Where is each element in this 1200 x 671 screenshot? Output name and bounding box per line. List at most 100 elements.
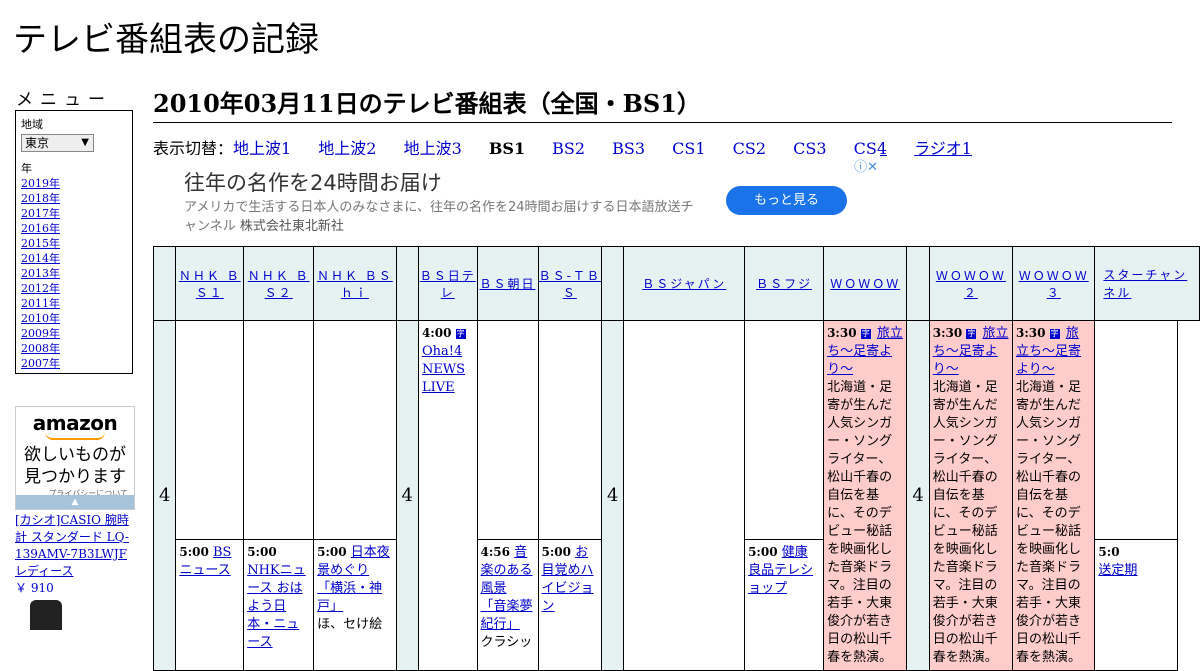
program-title[interactable]: NHKニュース おはよう日本・ニュース [247, 563, 305, 650]
ad-info-close-icon[interactable]: ⓘ✕ [854, 156, 878, 175]
channel-link[interactable]: ＷＯＷＯＷ２ [936, 269, 1006, 300]
product-link[interactable]: [カシオ]CASIO 腕時計 スタンダード LQ-139AMV-7B3LWJF … [15, 513, 129, 578]
new-program-icon: 字 [966, 328, 977, 339]
ad-company: 株式会社東北新社 [239, 219, 344, 234]
program-cell-empty [175, 319, 245, 541]
program-time: 4:00 [421, 326, 452, 340]
program-cell-empty [537, 319, 603, 541]
program-cell: 5:00 健康良品テレショップ [744, 539, 825, 671]
program-cell-empty [313, 319, 397, 541]
program-cell-empty [623, 320, 746, 671]
ad-more-button[interactable]: もっと見る [726, 186, 847, 215]
hour-header [906, 246, 930, 321]
hour-cell: 4 [906, 320, 930, 671]
channel-header: ＷＯＷＯＷ２ [928, 246, 1014, 321]
ad-title[interactable]: 往年の名作を24時間お届け [184, 167, 442, 197]
amazon-product[interactable]: [カシオ]CASIO 腕時計 スタンダード LQ-139AMV-7B3LWJF … [15, 512, 137, 597]
amazon-catch-line2: 見つかります [24, 467, 126, 487]
chevron-down-icon: ▼ [81, 137, 89, 148]
year-link[interactable]: 2017年 [21, 207, 60, 220]
year-link[interactable]: 2011年 [21, 297, 60, 310]
product-image[interactable] [30, 600, 62, 630]
new-program-icon: 字 [455, 328, 466, 339]
channel-link[interactable]: ＢＳフジ [756, 277, 812, 291]
year-label: 年 [21, 162, 32, 175]
hour-cell: 4 [601, 320, 625, 671]
channel-link[interactable]: ＢＳ-ＴＢＳ [539, 269, 601, 300]
year-link[interactable]: 2018年 [21, 192, 60, 205]
channel-header: ＷＯＷＯＷ [823, 246, 908, 321]
program-cell: 4:00 字 Oha!4 NEWS LIVE [417, 320, 478, 671]
channel-link[interactable]: ＢＳ朝日 [480, 277, 536, 291]
program-time: 4:56 [480, 545, 511, 560]
amazon-catch-line1: 欲しいものが [24, 445, 126, 465]
program-description: 北海道・足寄が生んだ人気シンガー・ソングライター、松山千春の自伝を基に、そのデビ… [827, 380, 893, 665]
switch-link-radio1[interactable]: ラジオ1 [914, 139, 972, 158]
program-cell: 5:00 BSニュース [175, 539, 245, 671]
page-title: 2010年03月11日のテレビ番組表（全国・BS1） [153, 84, 1172, 123]
menu-box: 地域 東京 ▼ 年 2019年 2018年 2017年 2016年 2015年 2… [15, 110, 133, 374]
channel-header: ＮＨＫ ＢＳ１ [175, 246, 245, 321]
program-cell-empty [744, 319, 825, 541]
site-title: テレビ番組表の記録 [13, 20, 319, 60]
program-time: 3:30 [932, 326, 963, 340]
program-time: 5:00 [541, 545, 571, 560]
program-cell: 3:30 字 旅立ち～足寄より～ 北海道・足寄が生んだ人気シンガー・ソングライタ… [928, 320, 1014, 671]
program-time: 5:00 [247, 545, 277, 560]
hour-cell: 4 [152, 320, 177, 671]
year-link[interactable]: 2019年 [21, 177, 60, 190]
program-time: 5:00 [179, 545, 209, 560]
year-link[interactable]: 2016年 [21, 222, 60, 235]
year-link[interactable]: 2012年 [21, 282, 60, 295]
new-program-icon: 字 [1049, 328, 1060, 339]
program-cell-empty [243, 319, 315, 541]
program-cell: 3:30 字 旅立ち～足寄より～ 北海道・足寄が生んだ人気シンガー・ソングライタ… [823, 320, 908, 671]
channel-header: ＢＳジャパン [623, 246, 746, 321]
channel-header-row: ＮＨＫ ＢＳ１ ＮＨＫ ＢＳ２ ＮＨＫ ＢＳｈｉ ＢＳ日テレ ＢＳ朝日 ＢＳ-Ｔ… [152, 246, 1200, 321]
channel-link[interactable]: スターチャンネル [1103, 268, 1187, 300]
channel-link[interactable]: ＮＨＫ ＢＳ２ [248, 269, 310, 300]
channel-link[interactable]: ＷＯＷＯＷ [830, 277, 900, 291]
program-title[interactable]: 送定期 [1098, 563, 1137, 578]
program-time: 3:30 [827, 326, 857, 340]
program-cell: 5:00 お目覚めハイビジョン [537, 539, 603, 671]
amazon-logo: amazon [32, 411, 118, 435]
program-cell: 5:0 送定期 [1094, 539, 1178, 671]
channel-link[interactable]: ＢＳ日テレ [420, 269, 476, 300]
program-cell-empty [476, 319, 539, 541]
program-title[interactable]: Oha!4 NEWS LIVE [422, 344, 465, 395]
channel-link[interactable]: ＮＨＫ ＢＳｈｉ [317, 269, 393, 300]
year-link[interactable]: 2007年 [21, 357, 60, 370]
program-cell: 3:30 字 旅立ち～足寄より～ 北海道・足寄が生んだ人気シンガー・ソングライタ… [1011, 320, 1096, 671]
channel-link[interactable]: ＢＳジャパン [642, 277, 726, 291]
channel-header: ＢＳ-ＴＢＳ [537, 246, 603, 321]
channel-header: ＢＳ朝日 [476, 246, 539, 321]
program-time: 5:00 [317, 545, 347, 560]
chevron-up-icon[interactable]: ▲ [16, 495, 134, 509]
year-link[interactable]: 2013年 [21, 267, 60, 280]
program-cell: 5:00 日本夜景めぐり「横浜・神戸」 ほ、セけ絵 [313, 539, 397, 671]
program-cell-empty [1094, 319, 1178, 541]
program-description: 北海道・足寄が生んだ人気シンガー・ソングライター、松山千春の自伝を基に、そのデビ… [1016, 380, 1082, 665]
program-row: 4 4 4:00 字 Oha!4 NEWS LIVE 4 3:30 字 旅立ち～… [152, 319, 1200, 671]
program-time: 3:30 [1016, 326, 1046, 340]
channel-header: ＮＨＫ ＢＳｈｉ [313, 246, 397, 321]
ad-description: アメリカで生活する日本人のみなさまに、往年の名作を24時間お届けする日本語放送チ… [184, 198, 704, 236]
channel-link[interactable]: ＷＯＷＯＷ３ [1019, 269, 1089, 300]
year-link[interactable]: 2015年 [21, 237, 60, 250]
program-description: クラシッ [480, 635, 533, 651]
year-link[interactable]: 2014年 [21, 252, 60, 265]
year-link[interactable]: 2010年 [21, 312, 60, 325]
amazon-catch: 欲しいものが 見つかります [16, 444, 134, 488]
year-link[interactable]: 2009年 [21, 327, 60, 340]
amazon-ad[interactable]: amazon 欲しいものが 見つかります プライバシーについて ▲ [15, 406, 135, 510]
program-description: 北海道・足寄が生んだ人気シンガー・ソングライター、松山千春の自伝を基に、そのデビ… [932, 380, 998, 665]
banner-ad[interactable]: ⓘ✕ 往年の名作を24時間お届け アメリカで生活する日本人のみなさまに、往年の名… [153, 155, 880, 245]
program-cell: 5:00 NHKニュース おはよう日本・ニュース [243, 539, 315, 671]
region-select-value: 東京 [25, 136, 50, 150]
channel-link[interactable]: ＮＨＫ ＢＳ１ [179, 269, 241, 300]
hour-header [395, 246, 419, 321]
year-link[interactable]: 2008年 [21, 342, 60, 355]
channel-header: ＮＨＫ ＢＳ２ [243, 246, 315, 321]
region-select[interactable]: 東京 ▼ [21, 134, 94, 152]
